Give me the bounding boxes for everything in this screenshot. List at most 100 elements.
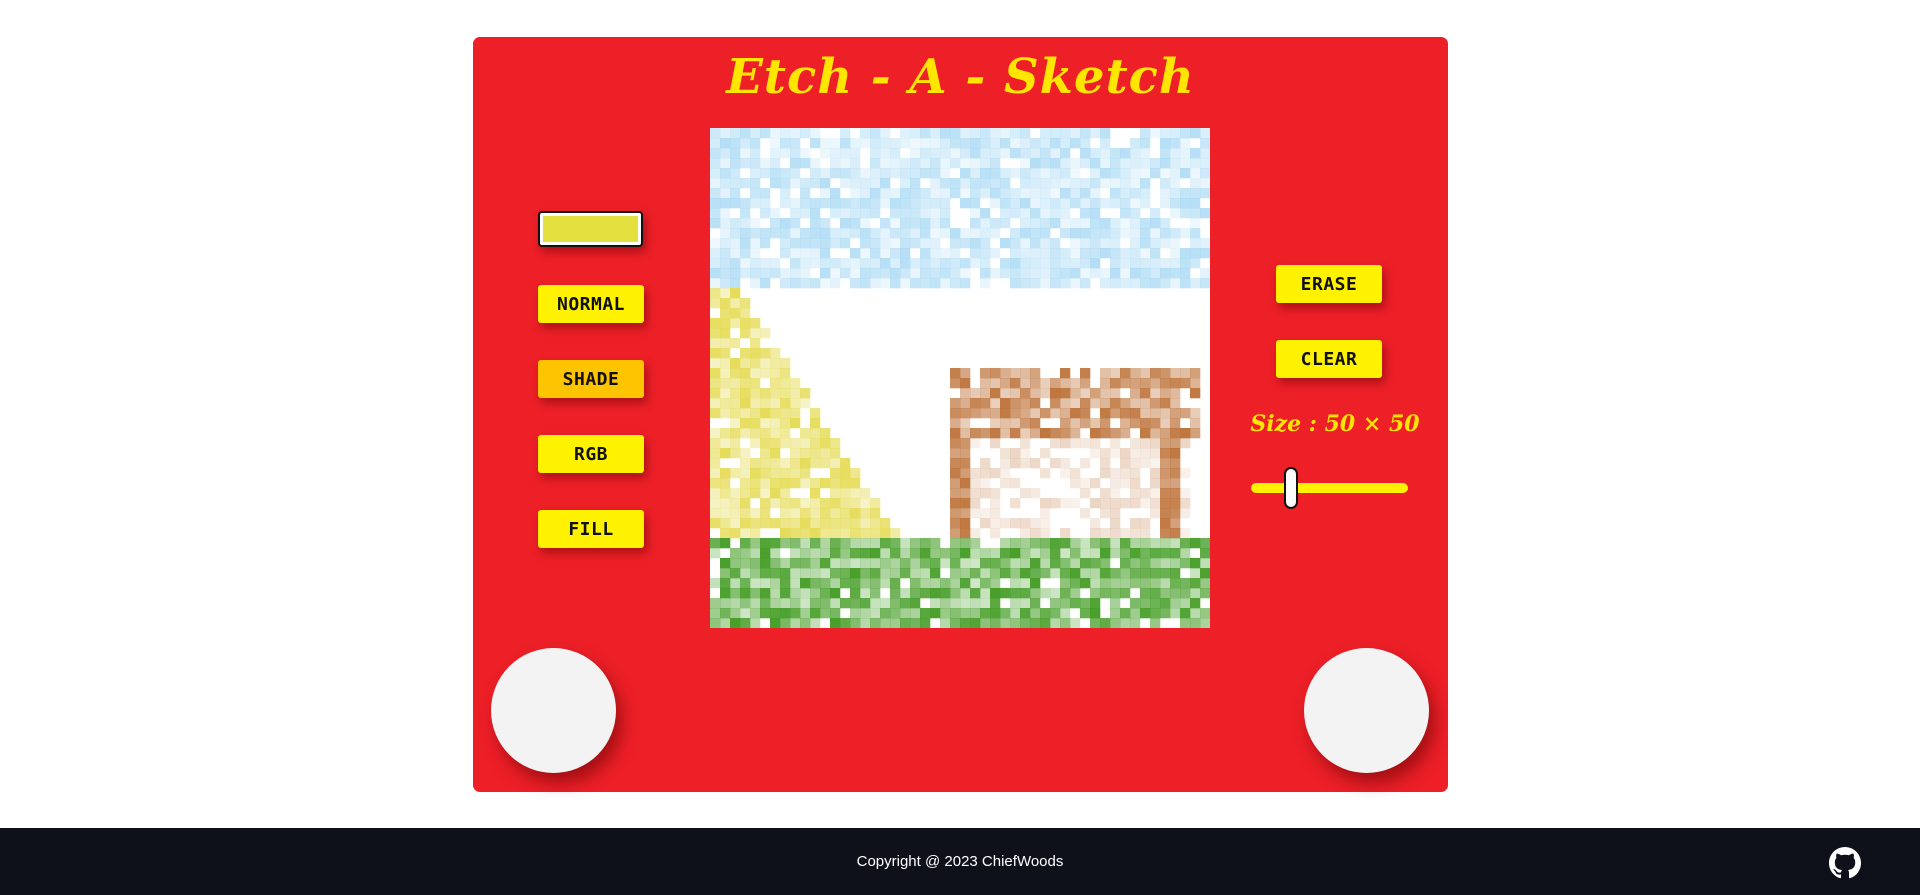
- grid-cell: [1190, 418, 1201, 429]
- grid-cell: [740, 358, 751, 369]
- grid-cell: [1030, 428, 1041, 439]
- clear-button[interactable]: CLEAR: [1276, 340, 1382, 378]
- grid-cell: [820, 458, 831, 469]
- grid-cell: [990, 368, 1001, 379]
- grid-cell: [810, 538, 821, 549]
- grid-cell: [1150, 418, 1161, 429]
- grid-cell: [1170, 478, 1181, 489]
- grid-cell: [1090, 558, 1101, 569]
- erase-button[interactable]: ERASE: [1276, 265, 1382, 303]
- grid-cell: [1190, 578, 1201, 589]
- rgb-mode-button[interactable]: RGB: [538, 435, 644, 473]
- grid-size-slider-thumb[interactable]: [1283, 467, 1298, 509]
- grid-cell: [1000, 388, 1011, 399]
- grid-cell: [900, 228, 911, 239]
- grid-cell: [900, 598, 911, 609]
- grid-cell: [1100, 488, 1111, 499]
- grid-cell: [1020, 598, 1031, 609]
- grid-cell: [870, 258, 881, 269]
- grid-cell: [820, 248, 831, 259]
- grid-cell: [770, 558, 781, 569]
- grid-cell: [1170, 128, 1181, 139]
- grid-cell: [710, 168, 721, 179]
- grid-cell: [960, 448, 971, 459]
- grid-cell: [870, 498, 881, 509]
- grid-cell: [1060, 368, 1071, 379]
- grid-cell: [1110, 168, 1121, 179]
- grid-cell: [930, 158, 941, 169]
- drawing-canvas[interactable]: [710, 128, 1210, 628]
- grid-cell: [980, 228, 991, 239]
- grid-cell: [1190, 178, 1201, 189]
- grid-cell: [990, 198, 1001, 209]
- grid-cell: [810, 418, 821, 429]
- color-picker[interactable]: [538, 211, 643, 247]
- grid-cell: [760, 438, 771, 449]
- grid-cell: [1160, 598, 1171, 609]
- grid-cell: [810, 558, 821, 569]
- grid-cell: [1110, 178, 1121, 189]
- grid-size-slider[interactable]: [1251, 483, 1408, 493]
- grid-cell: [900, 208, 911, 219]
- grid-cell: [840, 538, 851, 549]
- grid-cell: [980, 518, 991, 529]
- grid-cell: [750, 248, 761, 259]
- drawing-grid[interactable]: [710, 128, 1210, 628]
- grid-cell: [750, 358, 761, 369]
- grid-cell: [720, 278, 731, 289]
- grid-cell: [1090, 598, 1101, 609]
- grid-cell: [1150, 378, 1161, 389]
- grid-cell: [990, 148, 1001, 159]
- grid-cell: [730, 618, 741, 628]
- normal-mode-button[interactable]: NORMAL: [538, 285, 644, 323]
- fill-mode-button[interactable]: FILL: [538, 510, 644, 548]
- grid-cell: [1010, 198, 1021, 209]
- grid-cell: [1080, 508, 1091, 519]
- grid-cell: [710, 348, 721, 359]
- grid-cell: [960, 178, 971, 189]
- grid-cell: [850, 188, 861, 199]
- grid-cell: [1180, 248, 1191, 259]
- grid-cell: [730, 318, 741, 329]
- grid-cell: [1190, 428, 1201, 439]
- grid-cell: [1110, 438, 1121, 449]
- grid-cell: [980, 388, 991, 399]
- grid-cell: [800, 478, 811, 489]
- grid-cell: [730, 508, 741, 519]
- github-icon[interactable]: [1829, 847, 1861, 879]
- grid-cell: [1180, 588, 1191, 599]
- grid-cell: [1070, 438, 1081, 449]
- grid-cell: [1160, 558, 1171, 569]
- grid-cell: [1170, 498, 1181, 509]
- grid-cell: [820, 218, 831, 229]
- grid-cell: [1150, 218, 1161, 229]
- grid-cell: [980, 588, 991, 599]
- grid-cell: [790, 148, 801, 159]
- grid-cell: [910, 608, 921, 619]
- grid-cell: [980, 178, 991, 189]
- grid-cell: [850, 228, 861, 239]
- grid-cell: [750, 408, 761, 419]
- grid-cell: [720, 178, 731, 189]
- grid-cell: [710, 238, 721, 249]
- grid-cell: [760, 478, 771, 489]
- grid-cell: [1170, 548, 1181, 559]
- grid-cell: [1030, 618, 1041, 628]
- grid-cell: [710, 468, 721, 479]
- grid-cell: [770, 168, 781, 179]
- grid-cell: [790, 458, 801, 469]
- grid-cell: [1080, 208, 1091, 219]
- grid-cell: [1110, 428, 1121, 439]
- shade-mode-button[interactable]: SHADE: [538, 360, 644, 398]
- grid-cell: [750, 318, 761, 329]
- grid-cell: [1110, 588, 1121, 599]
- grid-cell: [930, 138, 941, 149]
- grid-cell: [990, 268, 1001, 279]
- grid-cell: [1010, 578, 1021, 589]
- grid-cell: [740, 608, 751, 619]
- grid-cell: [1150, 578, 1161, 589]
- grid-cell: [880, 148, 891, 159]
- grid-cell: [720, 228, 731, 239]
- grid-cell: [750, 388, 761, 399]
- grid-cell: [1020, 408, 1031, 419]
